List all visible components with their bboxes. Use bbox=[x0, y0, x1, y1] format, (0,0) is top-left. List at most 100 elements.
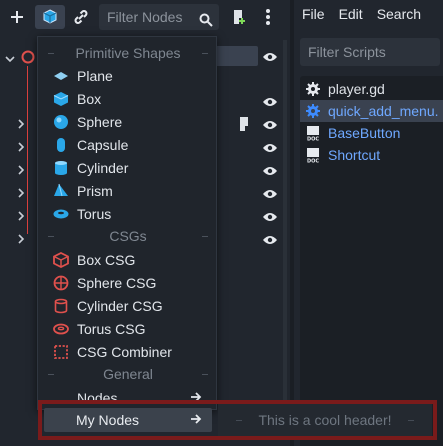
script-list: player.gd quick_add_menu. DOC BaseButton… bbox=[300, 76, 443, 446]
doc-icon: DOC bbox=[304, 147, 322, 163]
expand-arrow-icon[interactable] bbox=[17, 233, 25, 247]
filter-nodes-placeholder: Filter Nodes bbox=[107, 9, 183, 25]
filter-scripts-placeholder: Filter Scripts bbox=[308, 44, 386, 60]
instance-scene-button[interactable] bbox=[70, 5, 92, 29]
menu-item-label: My Nodes bbox=[76, 412, 140, 428]
kebab-menu-icon bbox=[266, 9, 270, 25]
plane-icon bbox=[53, 68, 69, 84]
menu-item-label: Capsule bbox=[77, 136, 129, 153]
cylinder-icon bbox=[53, 160, 69, 176]
section-header-general: General bbox=[38, 363, 218, 385]
capsule-icon bbox=[53, 137, 69, 153]
menu-item-label: Plane bbox=[77, 67, 113, 84]
menu-file[interactable]: File bbox=[302, 6, 325, 22]
menu-item-csg-combiner[interactable]: CSG Combiner bbox=[38, 340, 218, 363]
torus-icon bbox=[53, 206, 69, 222]
visibility-eye-icon[interactable] bbox=[262, 141, 278, 157]
expand-arrow-icon[interactable] bbox=[17, 141, 25, 155]
visibility-eye-icon[interactable] bbox=[262, 95, 278, 111]
script-name: player.gd bbox=[328, 81, 385, 97]
box-csg-icon bbox=[53, 251, 69, 268]
section-header-label: CSGs bbox=[109, 228, 147, 244]
script-name: BaseButton bbox=[328, 125, 401, 141]
prism-icon bbox=[53, 183, 69, 199]
svg-text:DOC: DOC bbox=[307, 159, 319, 164]
search-icon bbox=[199, 9, 213, 35]
visibility-eye-icon[interactable] bbox=[262, 187, 278, 203]
menu-item-label: Cylinder CSG bbox=[77, 297, 163, 314]
visibility-eye-icon[interactable] bbox=[262, 210, 278, 226]
section-header-label: Primitive Shapes bbox=[75, 45, 181, 61]
script-name: Shortcut bbox=[328, 147, 381, 163]
plus-icon bbox=[11, 11, 23, 23]
node-root-icon bbox=[20, 49, 36, 68]
script-item-basebutton[interactable]: DOC BaseButton bbox=[300, 122, 443, 144]
script-attached-icon[interactable] bbox=[237, 116, 251, 135]
expand-arrow-icon[interactable] bbox=[17, 187, 25, 201]
submenu-arrow-icon bbox=[190, 412, 202, 428]
box-icon bbox=[53, 91, 69, 107]
section-header-primitive-shapes: Primitive Shapes bbox=[38, 42, 218, 64]
gear-icon bbox=[304, 103, 322, 119]
more-options-button[interactable] bbox=[260, 5, 276, 29]
menu-item-label: Box bbox=[77, 90, 102, 107]
script-item-quick-add-menu[interactable]: quick_add_menu. bbox=[300, 100, 443, 122]
attach-script-button[interactable] bbox=[228, 5, 250, 29]
menu-item-capsule[interactable]: Capsule bbox=[38, 133, 218, 156]
script-name: quick_add_menu. bbox=[328, 103, 439, 119]
menu-item-my-nodes[interactable]: My Nodes bbox=[44, 408, 212, 432]
gear-icon bbox=[304, 81, 322, 97]
filter-nodes-input[interactable]: Filter Nodes bbox=[99, 4, 219, 30]
menu-item-label: Torus CSG bbox=[77, 320, 146, 337]
menu-item-label: Sphere CSG bbox=[77, 274, 157, 291]
quick-add-popup-menu: Primitive Shapes Plane Box Sphere Capsul… bbox=[37, 36, 217, 410]
link-icon bbox=[74, 10, 88, 24]
expand-arrow-icon[interactable] bbox=[17, 210, 25, 224]
menu-item-label: Box CSG bbox=[77, 251, 136, 268]
scene-dock-splitter[interactable] bbox=[283, 40, 287, 440]
cube-icon bbox=[43, 9, 57, 24]
sphere-icon bbox=[53, 114, 69, 130]
menu-item-torus[interactable]: Torus bbox=[38, 202, 218, 225]
doc-icon: DOC bbox=[304, 125, 322, 141]
cylinder-csg-icon bbox=[53, 298, 69, 314]
collapse-arrow-icon[interactable] bbox=[5, 51, 15, 67]
menu-item-label: Sphere bbox=[77, 113, 123, 130]
menu-item-label: CSG Combiner bbox=[77, 343, 172, 360]
torus-csg-icon bbox=[53, 321, 69, 337]
filter-scripts-input[interactable]: Filter Scripts bbox=[300, 38, 440, 66]
menu-item-sphere-csg[interactable]: Sphere CSG bbox=[38, 271, 218, 294]
csg-combiner-icon bbox=[53, 344, 69, 360]
menu-edit[interactable]: Edit bbox=[339, 6, 363, 22]
scene-toolbar: Filter Nodes bbox=[0, 0, 290, 36]
menu-search[interactable]: Search bbox=[377, 6, 421, 22]
menu-item-label: Cylinder bbox=[77, 159, 129, 176]
custom-header-label: This is a cool header! bbox=[258, 412, 392, 428]
visibility-eye-icon[interactable] bbox=[262, 164, 278, 180]
script-dock: File Edit Search Filter Scripts player.g… bbox=[290, 0, 443, 446]
section-header-label: General bbox=[103, 366, 153, 382]
menu-item-sphere[interactable]: Sphere bbox=[38, 110, 218, 133]
sphere-csg-icon bbox=[53, 275, 69, 291]
menu-item-torus-csg[interactable]: Torus CSG bbox=[38, 317, 218, 340]
menu-item-plane[interactable]: Plane bbox=[38, 64, 218, 87]
menu-item-label: Torus bbox=[77, 205, 112, 222]
menu-item-cylinder-csg[interactable]: Cylinder CSG bbox=[38, 294, 218, 317]
script-menu-bar: File Edit Search bbox=[302, 6, 421, 22]
section-header-csgs: CSGs bbox=[38, 225, 218, 247]
menu-item-cylinder[interactable]: Cylinder bbox=[38, 156, 218, 179]
add-node-button[interactable] bbox=[6, 5, 28, 29]
expand-arrow-icon[interactable] bbox=[17, 118, 25, 132]
quick-add-menu-button[interactable] bbox=[35, 5, 65, 29]
script-add-icon bbox=[234, 10, 245, 24]
visibility-eye-icon[interactable] bbox=[262, 50, 278, 66]
script-item-shortcut[interactable]: DOC Shortcut bbox=[300, 144, 443, 166]
menu-item-box[interactable]: Box bbox=[38, 87, 218, 110]
menu-item-box-csg[interactable]: Box CSG bbox=[38, 248, 218, 271]
visibility-eye-icon[interactable] bbox=[262, 233, 278, 249]
submenu-custom-header: This is a cool header! bbox=[218, 404, 432, 436]
visibility-eye-icon[interactable] bbox=[262, 118, 278, 134]
expand-arrow-icon[interactable] bbox=[17, 164, 25, 178]
menu-item-prism[interactable]: Prism bbox=[38, 179, 218, 202]
script-item-player[interactable]: player.gd bbox=[300, 78, 443, 100]
